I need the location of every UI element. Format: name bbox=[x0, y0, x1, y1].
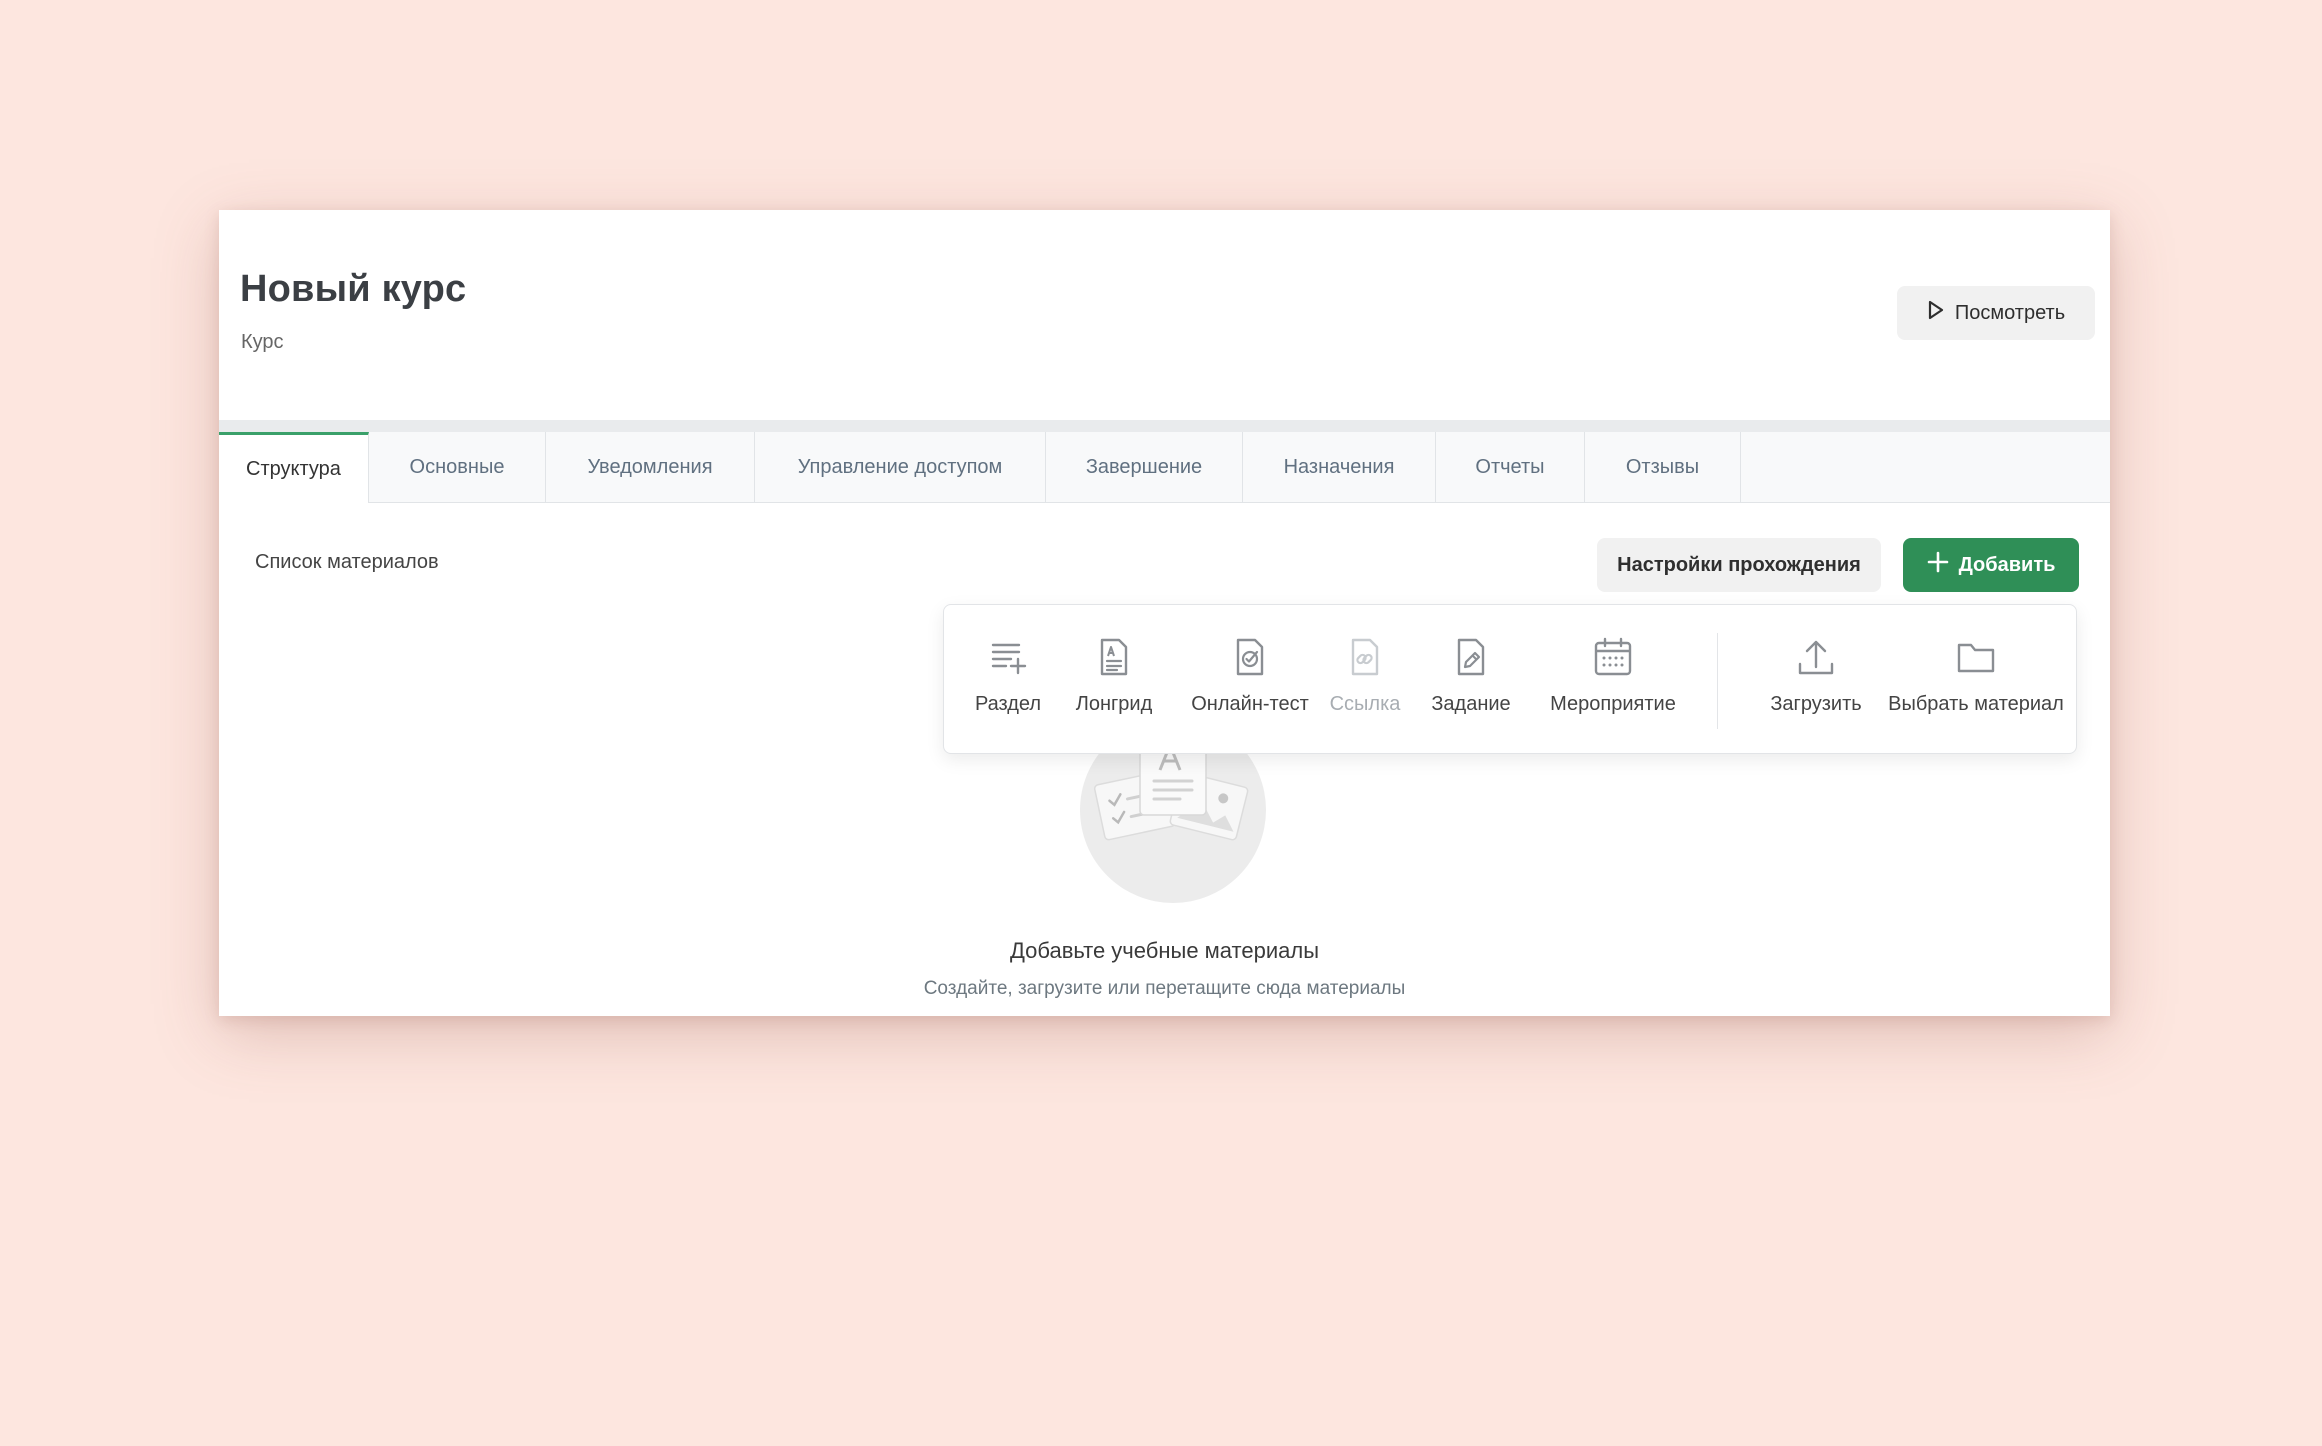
menu-item-upload[interactable]: Загрузить bbox=[1755, 605, 1877, 753]
play-icon bbox=[1927, 300, 1945, 326]
add-material-menu: Раздел Лонгрид Онлайн-тест Ссылка Задани… bbox=[943, 604, 2077, 754]
upload-icon bbox=[1794, 635, 1838, 679]
tab-label: Отчеты bbox=[1475, 455, 1545, 478]
link-document-icon bbox=[1343, 635, 1387, 679]
calendar-icon bbox=[1591, 635, 1635, 679]
tab-reports[interactable]: Отчеты bbox=[1436, 432, 1585, 502]
menu-item-label: Загрузить bbox=[1770, 693, 1862, 715]
menu-item-label: Лонгрид bbox=[1075, 693, 1153, 715]
menu-item-label: Выбрать материал bbox=[1888, 693, 2064, 715]
add-button-label: Добавить bbox=[1958, 553, 2056, 576]
menu-item-link: Ссылка bbox=[1310, 605, 1420, 753]
menu-item-event[interactable]: Мероприятие bbox=[1528, 605, 1698, 753]
section-add-icon bbox=[986, 635, 1030, 679]
add-button[interactable]: Добавить bbox=[1903, 538, 2079, 592]
course-editor-window: Новый курс Курс Посмотреть Структура Осн… bbox=[219, 210, 2110, 1016]
tab-reviews[interactable]: Отзывы bbox=[1585, 432, 1741, 502]
online-test-icon bbox=[1228, 635, 1272, 679]
empty-state-title: Добавьте учебные материалы bbox=[1009, 938, 1320, 963]
longread-document-icon bbox=[1092, 635, 1136, 679]
tab-label: Основные bbox=[409, 455, 505, 478]
tab-structure[interactable]: Структура bbox=[219, 432, 369, 503]
header-divider bbox=[219, 420, 2110, 432]
course-header: Новый курс Курс Посмотреть bbox=[219, 210, 2110, 420]
tab-label: Завершение bbox=[1085, 455, 1203, 478]
tab-completion[interactable]: Завершение bbox=[1046, 432, 1243, 502]
plus-icon bbox=[1927, 551, 1949, 579]
tab-label: Управление доступом bbox=[797, 455, 1003, 478]
menu-item-label: Мероприятие bbox=[1550, 693, 1676, 715]
tab-notifications[interactable]: Уведомления bbox=[546, 432, 755, 502]
tab-bar: Структура Основные Уведомления Управлени… bbox=[219, 432, 2110, 503]
tab-general[interactable]: Основные bbox=[369, 432, 546, 502]
tab-access-control[interactable]: Управление доступом bbox=[755, 432, 1046, 502]
page-title: Новый курс bbox=[240, 268, 467, 310]
tab-label: Назначения bbox=[1283, 455, 1395, 478]
folder-icon bbox=[1954, 635, 1998, 679]
menu-item-label: Раздел bbox=[974, 693, 1042, 715]
menu-item-online-test[interactable]: Онлайн-тест bbox=[1183, 605, 1317, 753]
preview-button-label: Посмотреть bbox=[1954, 301, 2066, 324]
tab-label: Отзывы bbox=[1625, 455, 1700, 478]
task-pencil-icon bbox=[1449, 635, 1493, 679]
empty-state-subtitle: Создайте, загрузите или перетащите сюда … bbox=[923, 978, 1406, 999]
menu-item-task[interactable]: Задание bbox=[1422, 605, 1520, 753]
preview-button[interactable]: Посмотреть bbox=[1897, 286, 2095, 340]
menu-item-section[interactable]: Раздел bbox=[960, 605, 1056, 753]
menu-item-label: Онлайн-тест bbox=[1191, 693, 1309, 715]
completion-settings-button[interactable]: Настройки прохождения bbox=[1597, 538, 1881, 592]
menu-item-label: Задание bbox=[1431, 693, 1511, 715]
tab-label: Уведомления bbox=[587, 455, 713, 478]
menu-divider bbox=[1717, 633, 1718, 729]
page-subtitle: Курс bbox=[241, 331, 284, 353]
menu-item-choose-material[interactable]: Выбрать материал bbox=[1884, 605, 2068, 753]
tab-label: Структура bbox=[246, 457, 341, 480]
menu-item-label: Ссылка bbox=[1329, 693, 1401, 715]
materials-list-label: Список материалов bbox=[255, 551, 439, 573]
tab-assignments[interactable]: Назначения bbox=[1243, 432, 1436, 502]
menu-item-longread[interactable]: Лонгрид bbox=[1066, 605, 1162, 753]
